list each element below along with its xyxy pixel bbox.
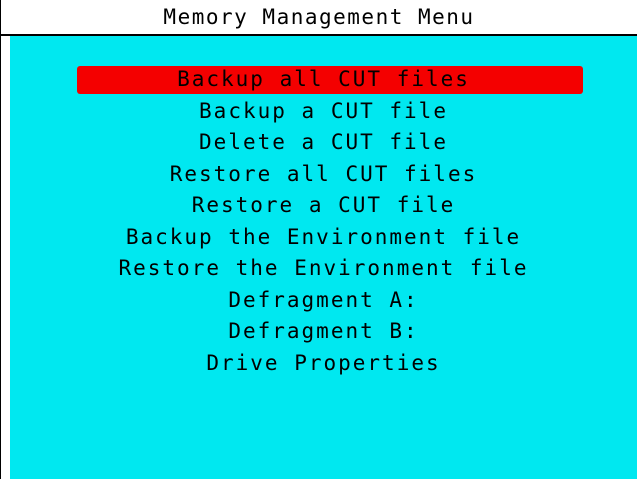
menu-panel: Backup all CUT files Backup a CUT file D… [10, 36, 637, 479]
menu-item-backup-all-cut-files[interactable]: Backup all CUT files [10, 64, 637, 96]
menu-item-label: Restore a CUT file [191, 193, 456, 217]
window-title: Memory Management Menu [1, 0, 637, 34]
menu-item-label: Defragment B: [228, 319, 419, 343]
menu-item-label: Backup all CUT files [177, 67, 470, 91]
memory-management-screen: Memory Management Menu Backup all CUT fi… [0, 0, 637, 479]
menu-item-defragment-b[interactable]: Defragment B: [10, 316, 637, 348]
menu-item-label: Drive Properties [206, 350, 441, 375]
menu-item-delete-a-cut-file[interactable]: Delete a CUT file [10, 127, 637, 159]
menu-item-restore-a-cut-file[interactable]: Restore a CUT file [10, 190, 637, 222]
menu-list: Backup all CUT files Backup a CUT file D… [10, 64, 637, 379]
menu-item-defragment-a[interactable]: Defragment A: [10, 285, 637, 317]
menu-item-restore-environment-file[interactable]: Restore the Environment file [10, 253, 637, 285]
menu-item-label: Restore all CUT files [169, 161, 478, 186]
menu-item-label: Defragment A: [228, 287, 419, 312]
menu-item-restore-all-cut-files[interactable]: Restore all CUT files [10, 159, 637, 191]
menu-item-label: Delete a CUT file [199, 130, 448, 154]
menu-item-label: Backup a CUT file [199, 98, 448, 123]
menu-item-backup-environment-file[interactable]: Backup the Environment file [10, 222, 637, 254]
menu-item-drive-properties[interactable]: Drive Properties [10, 348, 637, 380]
menu-item-label: Backup the Environment file [125, 224, 522, 249]
menu-item-label: Restore the Environment file [118, 256, 529, 280]
menu-item-backup-a-cut-file[interactable]: Backup a CUT file [10, 96, 637, 128]
